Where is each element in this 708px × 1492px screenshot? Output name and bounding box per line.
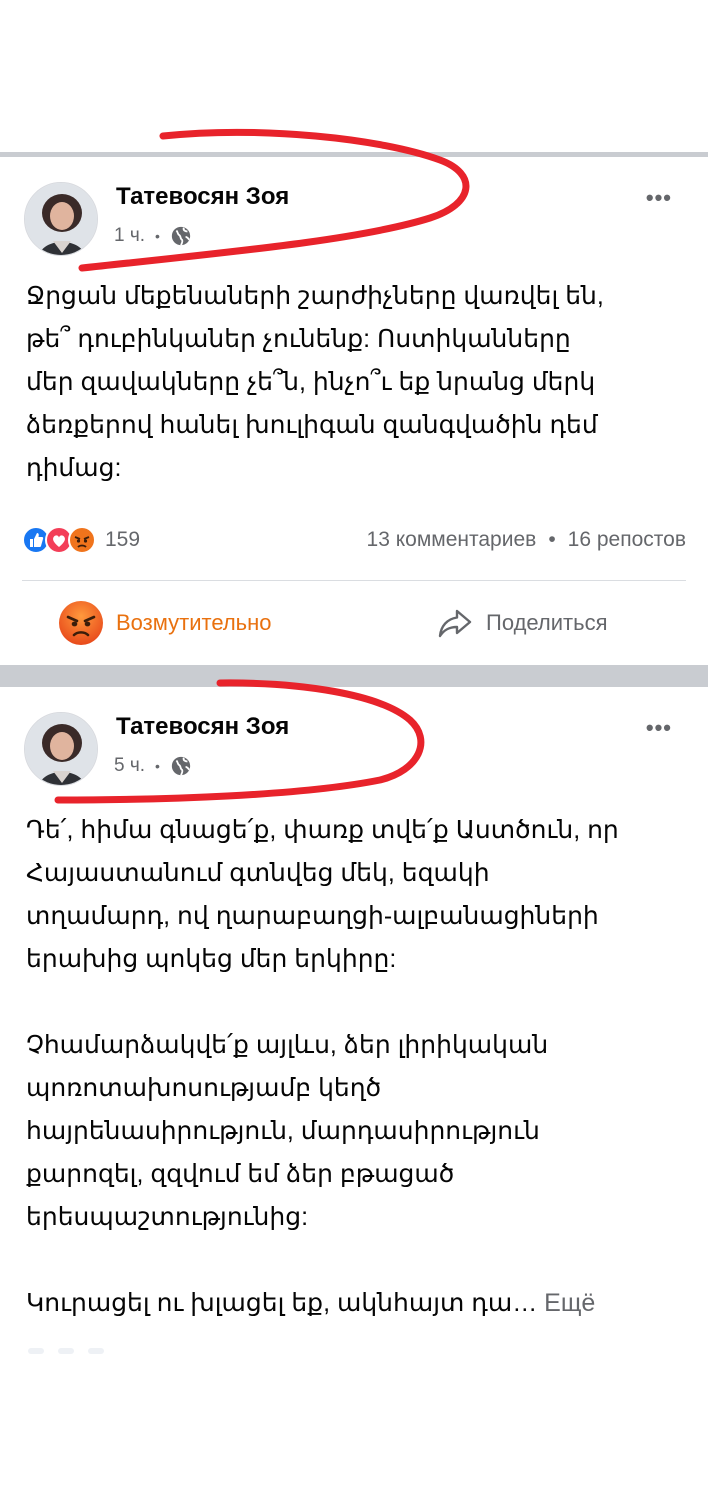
react-button[interactable]: Возмутительно	[58, 597, 272, 649]
reactions-row: 159 13 комментариев • 16 репостов	[22, 522, 686, 558]
post-text-body: Դե՛, հիմա գնացե՛ք, փառք տվե՛ք Աստծուն, ո…	[26, 816, 619, 1317]
post-meta: 5 ч. •	[114, 755, 192, 777]
counts-dot: •	[548, 528, 556, 551]
post-text: Դե՛, հիմա գնացե՛ք, փառք տվե՛ք Աստծուն, ո…	[26, 809, 688, 1325]
share-button[interactable]: Поделиться	[436, 597, 607, 649]
reposts-count[interactable]: 16 репостов	[568, 528, 686, 552]
top-blank-area	[0, 0, 708, 152]
reaction-count[interactable]: 159	[105, 528, 140, 552]
avatar[interactable]	[24, 712, 98, 786]
post-card-1: Татевосян Зоя 1 ч. • ••• Ջրցան մեքենաներ…	[0, 157, 708, 665]
post-actions: Возмутительно Поделиться	[0, 597, 708, 649]
post-timestamp[interactable]: 1 ч.	[114, 225, 145, 247]
globe-icon	[171, 226, 191, 246]
post-divider	[0, 665, 708, 687]
globe-icon	[171, 756, 191, 776]
reaction-icons[interactable]	[22, 526, 96, 554]
action-separator	[22, 580, 686, 581]
meta-dot: •	[155, 228, 160, 244]
share-button-label: Поделиться	[486, 610, 608, 635]
angry-reaction-icon	[68, 526, 96, 554]
avatar-photo	[25, 183, 97, 255]
post-author-name[interactable]: Татевосян Зоя	[116, 713, 289, 741]
post-timestamp[interactable]: 5 ч.	[114, 755, 145, 777]
faint-reaction-remnants	[28, 1348, 104, 1354]
meta-dot: •	[155, 758, 160, 774]
post-card-2: Татевосян Зоя 5 ч. • ••• Դե՛, հիմա գնացե…	[0, 687, 708, 1492]
avatar-photo	[25, 713, 97, 785]
post-text: Ջրցան մեքենաների շարժիչները վառվել են, թ…	[26, 282, 604, 482]
avatar[interactable]	[24, 182, 98, 256]
comments-count[interactable]: 13 комментариев	[367, 528, 537, 552]
more-options-icon[interactable]: •••	[646, 185, 672, 211]
post-meta: 1 ч. •	[114, 225, 192, 247]
engagement-counts: 13 комментариев • 16 репостов	[367, 528, 686, 552]
post-author-name[interactable]: Татевосян Зоя	[116, 183, 289, 211]
react-button-label: Возмутительно	[116, 610, 272, 635]
more-options-icon[interactable]: •••	[646, 715, 672, 741]
see-more-link[interactable]: Ещё	[544, 1289, 595, 1317]
angry-reaction-icon	[59, 601, 103, 645]
share-arrow-icon	[438, 609, 472, 638]
